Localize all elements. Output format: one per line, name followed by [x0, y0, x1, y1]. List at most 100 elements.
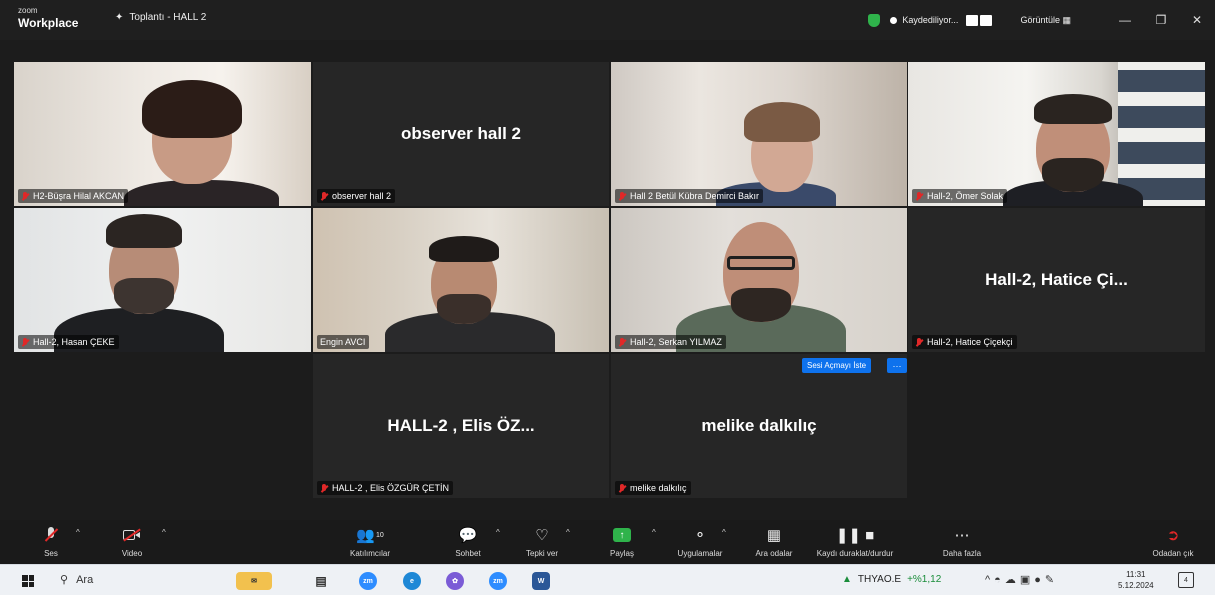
- participant-name: Hall-2, Hasan ÇEKE: [33, 337, 115, 347]
- breakout-rooms-button[interactable]: ▦ Ara odalar: [746, 524, 802, 558]
- apps-options-caret-icon[interactable]: ^: [722, 528, 726, 537]
- task-view-icon[interactable]: ▤: [312, 572, 330, 590]
- breakout-rooms-label: Ara odalar: [755, 549, 793, 558]
- tray-pen-icon[interactable]: ✎: [1045, 574, 1058, 586]
- view-button[interactable]: Görüntüle ▦: [1020, 15, 1071, 26]
- more-button[interactable]: ⋯ Daha fazla: [934, 524, 990, 558]
- participant-name: observer hall 2: [332, 191, 392, 201]
- tray-cloud-icon[interactable]: ☁: [1005, 574, 1020, 586]
- zoom-window: zoom Workplace ✦ Toplantı - HALL 2 Kayde…: [0, 0, 1215, 595]
- chat-options-caret-icon[interactable]: ^: [496, 528, 500, 537]
- participants-button[interactable]: 👥 10 Katılımcılar: [340, 524, 400, 558]
- video-feed: [611, 208, 907, 352]
- more-dots-icon: ⋯: [954, 527, 970, 544]
- meeting-toolbar: Ses ^ Video ^ 👥 10 Katılımcılar 💬 Sohbet …: [0, 520, 1215, 564]
- video-feed: [14, 62, 311, 206]
- stock-widget[interactable]: ▲ THYAO.E +%1,12: [842, 574, 941, 585]
- stock-trend-icon: ▲: [842, 574, 852, 585]
- react-label: Tepki ver: [525, 549, 558, 558]
- video-tile-serkan[interactable]: Hall-2, Serkan YILMAZ: [611, 208, 907, 352]
- leave-room-icon: ➲: [1166, 527, 1180, 544]
- notification-center-icon[interactable]: 4: [1178, 572, 1194, 588]
- close-window-button[interactable]: ✕: [1179, 13, 1215, 27]
- chat-button[interactable]: 💬 Sohbet: [446, 524, 490, 558]
- clock-date: 5.12.2024: [1118, 581, 1154, 590]
- system-tray[interactable]: ^◓☁▣●✎: [985, 573, 1058, 586]
- windows-start-icon[interactable]: [22, 575, 34, 587]
- name-tile-elis[interactable]: HALL-2 , Elis ÖZ... HALL-2 , Elis ÖZGÜR …: [313, 354, 609, 498]
- react-button[interactable]: ♡ Tepki ver: [518, 524, 566, 558]
- meeting-title-text: Toplantı - HALL 2: [129, 12, 207, 23]
- participant-name: Hall-2, Hatice Çiçekçi: [927, 337, 1013, 347]
- audio-button[interactable]: Ses: [34, 524, 68, 558]
- zoom-app-icon[interactable]: zm: [359, 572, 377, 590]
- recording-control-button[interactable]: ❚❚ ■ Kaydı duraklat/durdur: [812, 524, 898, 558]
- participant-name-tag: Hall-2, Ömer Solak: [912, 189, 1008, 203]
- ask-to-unmute-button[interactable]: Sesi Açmayı İste: [802, 358, 872, 373]
- muted-mic-icon: [915, 191, 923, 201]
- recording-control-label: Kaydı duraklat/durdur: [816, 549, 894, 558]
- share-options-caret-icon[interactable]: ^: [652, 528, 656, 537]
- apps-icon: ⚬: [693, 527, 707, 544]
- stock-name: THYAO.E: [857, 574, 902, 585]
- copilot-icon[interactable]: ✿: [446, 572, 464, 590]
- participant-name-tag: Hall-2, Serkan YILMAZ: [615, 335, 726, 349]
- meeting-title[interactable]: ✦ Toplantı - HALL 2: [115, 12, 206, 23]
- breakout-rooms-icon: ▦: [766, 527, 782, 544]
- participant-name: Engin AVCI: [320, 337, 366, 347]
- video-tile-betul[interactable]: Hall 2 Betül Kübra Demirci Bakır: [611, 62, 907, 206]
- video-button[interactable]: Video: [112, 524, 152, 558]
- search-label: Ara: [76, 573, 94, 586]
- audio-options-caret-icon[interactable]: ^: [76, 528, 80, 537]
- widget-icon[interactable]: ✉: [236, 572, 272, 590]
- muted-mic-icon: [34, 524, 68, 546]
- word-icon[interactable]: W: [532, 572, 550, 590]
- security-shield-icon[interactable]: [868, 13, 881, 27]
- pause-stop-recording-icon: ❚❚ ■: [835, 527, 875, 544]
- edge-browser-icon[interactable]: e: [403, 572, 421, 590]
- video-tile-hasan[interactable]: Hall-2, Hasan ÇEKE: [14, 208, 311, 352]
- tray-display-icon[interactable]: ▣: [1020, 574, 1034, 586]
- participant-display-name: observer hall 2: [400, 124, 521, 143]
- share-screen-button[interactable]: ↑ Paylaş: [604, 524, 640, 558]
- meeting-icon: ✦: [115, 12, 124, 23]
- name-tile-melike[interactable]: melike dalkılıç melike dalkılıç: [611, 354, 907, 498]
- stock-change: +%1,12: [907, 574, 942, 585]
- tray-chevron-icon[interactable]: ^: [985, 574, 994, 586]
- taskbar-clock[interactable]: 11:31 5.12.2024: [1118, 569, 1154, 591]
- participant-display-name: HALL-2 , Elis ÖZ...: [387, 416, 535, 435]
- participant-name-tag: Hall-2, Hasan ÇEKE: [18, 335, 119, 349]
- participant-name: melike dalkılıç: [630, 483, 687, 493]
- video-tile-omer[interactable]: Hall-2, Ömer Solak: [908, 62, 1205, 206]
- video-feed: [611, 62, 907, 206]
- taskbar-search[interactable]: ⚲ Ara: [60, 573, 94, 587]
- video-feed: [313, 208, 609, 352]
- leave-room-button[interactable]: ➲ Odadan çık: [1140, 524, 1206, 558]
- tile-more-options-button[interactable]: ···: [887, 358, 907, 373]
- view-label: Görüntüle: [1020, 14, 1060, 25]
- notification-count: 4: [1184, 576, 1188, 584]
- pause-recording-icon[interactable]: [966, 14, 979, 26]
- muted-mic-icon: [618, 483, 626, 493]
- name-tile-hatice[interactable]: Hall-2, Hatice Çi... Hall-2, Hatice Çiçe…: [908, 208, 1205, 352]
- maximize-button[interactable]: ❐: [1143, 13, 1179, 27]
- apps-button[interactable]: ⚬ Uygulamalar: [670, 524, 730, 558]
- heart-icon: ♡: [535, 527, 549, 544]
- muted-mic-icon: [618, 337, 626, 347]
- participant-name-tag: H2-Büşra Hilal AKCAN: [18, 189, 129, 203]
- tray-app-icon[interactable]: ◓: [994, 574, 1005, 586]
- muted-mic-icon: [915, 337, 923, 347]
- muted-mic-icon: [320, 483, 328, 493]
- video-tile-busra[interactable]: H2-Büşra Hilal AKCAN: [14, 62, 311, 206]
- video-feed: [908, 62, 1205, 206]
- participant-display-name: Hall-2, Hatice Çi...: [985, 270, 1128, 289]
- minimize-button[interactable]: —: [1107, 13, 1143, 27]
- search-icon: ⚲: [60, 574, 69, 586]
- name-tile-observer[interactable]: observer hall 2 observer hall 2: [313, 62, 609, 206]
- tray-mic-icon[interactable]: ●: [1034, 574, 1045, 586]
- video-options-caret-icon[interactable]: ^: [162, 528, 166, 537]
- react-options-caret-icon[interactable]: ^: [566, 528, 570, 537]
- stop-recording-icon[interactable]: [980, 14, 993, 26]
- video-tile-engin-active-speaker[interactable]: Engin AVCI: [313, 208, 609, 352]
- zoom-app-icon-2[interactable]: zm: [489, 572, 507, 590]
